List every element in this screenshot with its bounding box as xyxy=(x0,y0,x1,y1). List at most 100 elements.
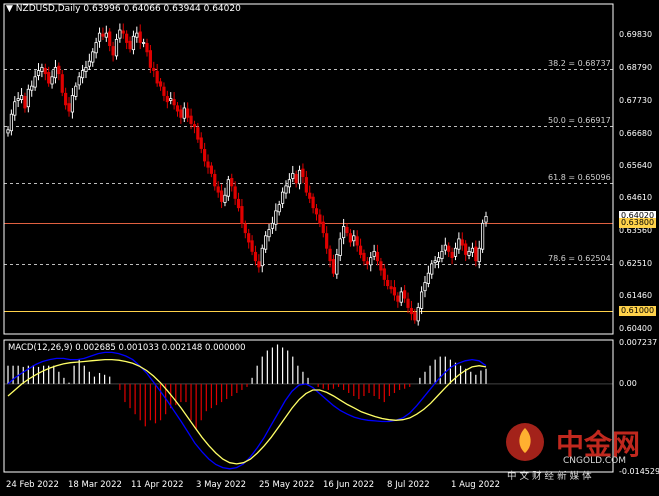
candle-body xyxy=(389,286,393,290)
candle-body xyxy=(108,31,112,47)
candle-body xyxy=(30,85,34,91)
price-axis-label: 0.69830 xyxy=(619,30,653,40)
candle-body xyxy=(294,173,298,184)
candle-body xyxy=(125,33,129,43)
dropdown-triangle-icon[interactable]: ▼ xyxy=(6,4,13,14)
price-axis-label: 0.62510 xyxy=(619,258,653,268)
date-axis-label: 1 Aug 2022 xyxy=(451,480,501,490)
candle-body xyxy=(392,287,397,296)
candle-body xyxy=(297,169,302,185)
candle-body xyxy=(192,124,197,128)
price-axis-label: 0.68790 xyxy=(619,62,653,72)
candle-body xyxy=(142,42,146,44)
chart-canvas[interactable] xyxy=(0,0,659,496)
candle-body xyxy=(477,247,481,263)
chart-window[interactable]: ▼ NZDUSD,Daily 0.63996 0.64066 0.63944 0… xyxy=(0,0,659,496)
candle-body xyxy=(338,238,342,256)
candle-body xyxy=(260,247,264,267)
candle-body xyxy=(375,251,380,262)
candle-body xyxy=(101,33,105,37)
candle-body xyxy=(162,86,166,96)
candle-body xyxy=(399,291,403,303)
candle-body xyxy=(453,247,458,257)
candle-body xyxy=(406,298,410,308)
price-axis-label: 0.66680 xyxy=(619,128,653,138)
candle-body xyxy=(426,272,430,284)
candle-body xyxy=(165,96,169,103)
candle-body xyxy=(155,71,159,84)
candle-body xyxy=(199,137,203,149)
candle-body xyxy=(291,173,295,179)
candle-body xyxy=(287,179,291,188)
symbol-header: ▼ NZDUSD,Daily 0.63996 0.64066 0.63944 0… xyxy=(6,4,241,14)
candle-body xyxy=(345,226,349,234)
candle-body xyxy=(9,113,13,132)
candle-body xyxy=(114,38,119,57)
candle-body xyxy=(423,282,427,292)
date-axis-label: 24 Feb 2022 xyxy=(6,480,59,490)
candle-body xyxy=(460,239,464,246)
candle-body xyxy=(6,129,10,134)
candle-body xyxy=(118,29,122,39)
candle-body xyxy=(179,109,183,118)
candle-body xyxy=(84,67,88,72)
candle-body xyxy=(321,221,325,234)
price-axis-label: 0.67730 xyxy=(619,95,653,105)
candle-body xyxy=(342,226,346,239)
candle-body xyxy=(131,35,136,51)
candle-body xyxy=(145,43,149,53)
candle-body xyxy=(23,96,27,109)
candle-body xyxy=(19,95,24,100)
candle-body xyxy=(196,127,200,140)
candle-body xyxy=(440,250,444,259)
candle-body xyxy=(80,70,85,79)
candle-body xyxy=(355,236,359,246)
fib-label: 38.2 = 0.68737 xyxy=(548,58,611,68)
candle-body xyxy=(433,260,437,264)
candle-body xyxy=(358,245,363,255)
candle-body xyxy=(301,168,305,177)
candle-body xyxy=(396,295,400,302)
candle-body xyxy=(121,30,125,34)
candle-body xyxy=(50,76,54,85)
candle-body xyxy=(386,279,390,287)
candle-body xyxy=(13,101,17,116)
candle-body xyxy=(362,252,366,262)
price-pane-border xyxy=(3,3,614,335)
candle-body xyxy=(409,308,414,315)
candle-body xyxy=(70,95,75,113)
watermark-slogan: 中 文 财 经 新 媒 体 xyxy=(507,471,592,482)
candle-body xyxy=(331,259,336,274)
candle-body xyxy=(369,257,373,266)
candle-body xyxy=(413,312,417,321)
candle-body xyxy=(474,246,478,262)
candle-body xyxy=(240,206,244,224)
candle-body xyxy=(148,50,152,68)
candle-body xyxy=(97,32,102,42)
candle-body xyxy=(348,233,352,243)
candle-body xyxy=(253,251,258,262)
fib-label: 61.8 = 0.65096 xyxy=(548,172,611,182)
macd-axis-label: -0.014529 xyxy=(619,467,659,476)
date-axis-label: 8 Jul 2022 xyxy=(387,480,430,490)
candle-body xyxy=(209,165,214,174)
candle-body xyxy=(280,191,285,204)
candle-body xyxy=(481,222,485,250)
level-tag-063800: 0.63800 xyxy=(619,218,657,229)
candle-body xyxy=(33,76,37,88)
candle-body xyxy=(158,81,163,87)
candle-body xyxy=(203,149,207,162)
candle-body xyxy=(91,51,95,63)
date-axis-label: 11 Apr 2022 xyxy=(131,480,184,490)
candle-body xyxy=(335,254,339,275)
level-tag-061000: 0.61000 xyxy=(619,305,657,316)
candle-body xyxy=(53,67,58,79)
date-axis-label: 16 Jun 2022 xyxy=(323,480,375,490)
candle-body xyxy=(430,263,434,275)
price-axis-label: 0.60400 xyxy=(619,324,653,334)
candle-body xyxy=(314,208,319,215)
candle-body xyxy=(26,88,30,108)
candle-body xyxy=(43,67,47,75)
candle-body xyxy=(436,257,441,263)
candle-body xyxy=(182,107,186,119)
